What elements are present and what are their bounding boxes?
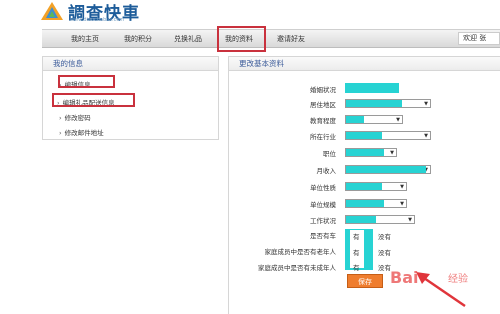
label-position: 职位	[323, 150, 336, 158]
has-car-yes[interactable]: 有	[353, 231, 360, 241]
redaction-bar	[346, 149, 384, 156]
chevron-down-icon: ▼	[424, 101, 428, 107]
chevron-down-icon: ▼	[400, 184, 404, 190]
sidebar-item-label: 修改邮件地址	[64, 129, 104, 137]
chevron-right-icon: ›	[59, 129, 62, 137]
redaction-bar	[346, 216, 376, 223]
has-elderly-yes[interactable]: 有	[353, 247, 360, 257]
site-logo[interactable]: 調查快車 www.diaochabus.com	[40, 0, 180, 24]
redaction-bar	[346, 200, 384, 207]
chevron-down-icon: ▼	[396, 117, 400, 123]
label-education: 教育程度	[310, 117, 336, 125]
chevron-down-icon: ▼	[390, 150, 394, 156]
chevron-down-icon: ▼	[424, 133, 428, 139]
sidebar-title: 我的信息	[43, 57, 218, 71]
redaction-bar	[346, 132, 382, 139]
brand-url: www.diaochabus.com	[70, 17, 125, 23]
save-button[interactable]: 保存	[347, 274, 383, 288]
has-car-no[interactable]: 没有	[378, 231, 391, 241]
sidebar-item-change-password[interactable]: › 修改密码	[59, 112, 91, 122]
nav-invite-friends[interactable]: 邀请好友	[277, 34, 305, 44]
label-residence: 居住地区	[310, 101, 336, 109]
edit-delivery-highlight	[52, 93, 135, 107]
redaction-bar	[346, 116, 364, 123]
redaction-bar	[346, 100, 402, 107]
nav-my-home[interactable]: 我的主页	[71, 34, 99, 44]
active-nav-highlight	[217, 26, 266, 52]
logo-emblem-icon	[41, 2, 63, 20]
has-elderly-no[interactable]: 没有	[378, 247, 391, 257]
label-company-type: 单位性质	[310, 184, 336, 192]
label-marital-status: 婚姻状况	[310, 86, 336, 94]
edit-info-highlight	[58, 75, 115, 88]
sidebar-item-label: 修改密码	[64, 114, 91, 122]
marital-status-value[interactable]	[345, 83, 399, 93]
has-minors-yes[interactable]: 有	[353, 262, 360, 272]
redaction-bar	[346, 166, 426, 173]
watermark-logo: Bai	[390, 268, 419, 287]
label-work-status: 工作状况	[310, 217, 336, 225]
redaction-bar	[346, 183, 382, 190]
chevron-down-icon: ▼	[408, 217, 412, 223]
chevron-right-icon: ›	[59, 114, 62, 122]
label-company-size: 单位规模	[310, 201, 336, 209]
sidebar-item-change-email[interactable]: › 修改邮件地址	[59, 127, 104, 137]
welcome-user: 欢迎 张	[458, 32, 500, 45]
watermark-suffix: 经验	[448, 274, 468, 285]
label-monthly-income: 月收入	[316, 167, 337, 175]
label-has-elderly: 家庭成员中是否有老年人	[264, 248, 337, 256]
chevron-down-icon: ▼	[400, 201, 404, 207]
main-nav: 我的主页 我的积分 兑换礼品 我的资料 邀请好友	[42, 29, 500, 48]
label-has-minors: 家庭成员中是否有未成年人	[258, 264, 336, 272]
nav-redeem-gifts[interactable]: 兑换礼品	[174, 34, 202, 44]
form-title: 更改基本资料	[229, 57, 500, 71]
nav-my-points[interactable]: 我的积分	[124, 34, 152, 44]
label-has-car: 是否有车	[310, 232, 336, 240]
label-industry: 所在行业	[310, 133, 336, 141]
